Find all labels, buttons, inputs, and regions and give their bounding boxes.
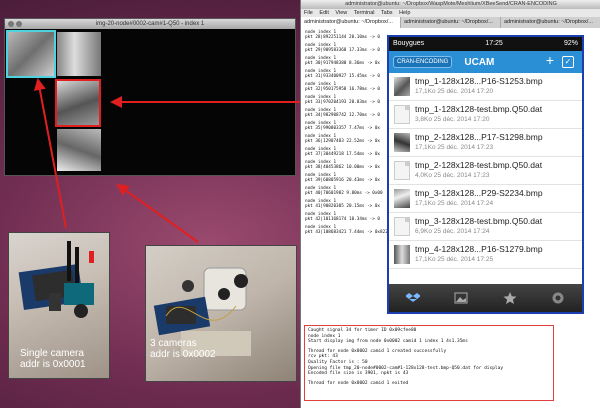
phone-status-bar: Bouygues 17:25 92% bbox=[389, 37, 582, 51]
file-meta: 17,1Ko 25 déc. 2014 17:24 bbox=[415, 200, 494, 207]
caption-line: 3 cameras bbox=[150, 338, 197, 349]
file-list: tmp_1-128x128...P16-S1253.bmp 17,1Ko 25 d… bbox=[389, 73, 582, 269]
image-thumbnail-icon bbox=[394, 77, 410, 96]
menu-tabs[interactable]: Tabs bbox=[381, 10, 393, 16]
phone-tabbar bbox=[389, 284, 582, 312]
file-name: tmp_2-128x128-test.bmp.Q50.dat bbox=[415, 160, 543, 170]
thumbnail-4[interactable] bbox=[57, 129, 101, 171]
back-button[interactable]: CRAN-ENCODING bbox=[393, 56, 453, 68]
file-row[interactable]: tmp_1-128x128...P16-S1253.bmp 17,1Ko 25 d… bbox=[389, 73, 582, 101]
three-camera-rig bbox=[153, 267, 251, 356]
terminal-tab-1[interactable]: administrator@ubuntu: ~/Dropbox/... bbox=[301, 17, 401, 28]
dropbox-icon[interactable] bbox=[389, 284, 437, 312]
file-meta: 3,8Ko 25 déc. 2014 17:20 bbox=[415, 116, 490, 123]
terminal-menubar: File Edit View Terminal Tabs Help bbox=[301, 9, 600, 17]
menu-terminal[interactable]: Terminal bbox=[354, 10, 375, 16]
caption-line: addr is 0x0001 bbox=[20, 359, 86, 370]
file-name: tmp_1-128x128-test.bmp.Q50.dat bbox=[415, 104, 543, 114]
file-row[interactable]: tmp_2-128x128...P17-S1298.bmp 17,1Ko 25 d… bbox=[389, 129, 582, 157]
viewer-titlebar[interactable]: img-20-node#0002-cam#1-Q50 - index 1 bbox=[5, 19, 295, 29]
terminal-tab-3[interactable]: administrator@ubuntu: ~/Dropbox/... bbox=[501, 17, 600, 28]
menu-help[interactable]: Help bbox=[399, 10, 410, 16]
file-name: tmp_3-128x128-test.bmp.Q50.dat bbox=[415, 216, 543, 226]
battery-level: 92% bbox=[563, 40, 578, 47]
image-thumbnail-icon bbox=[394, 245, 410, 264]
photos-icon[interactable] bbox=[437, 284, 485, 312]
file-meta: 17,1Ko 25 déc. 2014 17:23 bbox=[415, 144, 494, 151]
document-icon bbox=[394, 217, 410, 236]
carrier-label: Bouygues bbox=[393, 40, 425, 47]
log-line: Thread for node 0x0002 camid 1 exited bbox=[308, 380, 409, 386]
arrow-three-cameras bbox=[116, 183, 199, 243]
image-thumbnail-icon bbox=[394, 189, 410, 208]
minimize-icon[interactable] bbox=[16, 21, 22, 27]
single-camera-caption: Single camera addr is 0x0001 bbox=[20, 348, 86, 370]
three-camera-caption: 3 cameras addr is 0x0002 bbox=[150, 338, 216, 360]
file-meta: 17,1Ko 25 déc. 2014 17:25 bbox=[415, 256, 494, 263]
menu-view[interactable]: View bbox=[335, 10, 347, 16]
document-icon bbox=[394, 105, 410, 124]
file-row[interactable]: tmp_4-128x128...P16-S1279.bmp 17,1Ko 25 d… bbox=[389, 241, 582, 269]
file-name: tmp_2-128x128...P17-S1298.bmp bbox=[415, 132, 543, 142]
caption-line: addr is 0x0002 bbox=[150, 349, 216, 360]
terminal-tabs: administrator@ubuntu: ~/Dropbox/... admi… bbox=[301, 17, 600, 28]
viewer-title: img-20-node#0002-cam#1-Q50 - index 1 bbox=[95, 21, 205, 27]
thumbnail-1[interactable] bbox=[6, 30, 56, 78]
menu-edit[interactable]: Edit bbox=[319, 10, 328, 16]
terminal-tab-2[interactable]: administrator@ubuntu: ~/Dropbox/... bbox=[401, 17, 501, 28]
add-icon[interactable]: + bbox=[546, 52, 554, 68]
favorites-icon[interactable] bbox=[486, 284, 534, 312]
viewer-canvas bbox=[5, 29, 295, 175]
clock: 17:25 bbox=[485, 40, 503, 47]
menu-file[interactable]: File bbox=[304, 10, 313, 16]
file-name: tmp_4-128x128...P16-S1279.bmp bbox=[415, 244, 543, 254]
image-thumbnail-icon bbox=[394, 133, 410, 152]
file-row[interactable]: tmp_2-128x128-test.bmp.Q50.dat 4,0Ko 25 d… bbox=[389, 157, 582, 185]
file-name: tmp_3-128x128...P29-S2234.bmp bbox=[415, 188, 543, 198]
thumbnail-2[interactable] bbox=[57, 32, 101, 76]
three-camera-photo bbox=[145, 245, 297, 382]
thumbnail-current[interactable] bbox=[55, 79, 101, 127]
phone-title: UCAM bbox=[464, 56, 495, 68]
close-icon[interactable] bbox=[8, 21, 14, 27]
select-icon[interactable]: ✓ bbox=[562, 56, 574, 68]
image-viewer-window: img-20-node#0002-cam#1-Q50 - index 1 bbox=[4, 18, 296, 176]
phone-navbar: CRAN-ENCODING UCAM + ✓ bbox=[389, 51, 582, 73]
settings-icon[interactable] bbox=[534, 284, 582, 312]
file-meta: 4,0Ko 25 déc. 2014 17:23 bbox=[415, 172, 490, 179]
file-row[interactable]: tmp_1-128x128-test.bmp.Q50.dat 3,8Ko 25 d… bbox=[389, 101, 582, 129]
file-row[interactable]: tmp_3-128x128-test.bmp.Q50.dat 6,9Ko 25 d… bbox=[389, 213, 582, 241]
file-meta: 6,9Ko 25 déc. 2014 17:24 bbox=[415, 228, 490, 235]
terminal-log-highlight: Caught signal 34 for timer ID 0x09cfee80… bbox=[304, 325, 554, 401]
caption-line: Single camera bbox=[20, 348, 84, 359]
document-icon bbox=[394, 161, 410, 180]
file-row[interactable]: tmp_3-128x128...P29-S2234.bmp 17,1Ko 25 d… bbox=[389, 185, 582, 213]
file-name: tmp_1-128x128...P16-S1253.bmp bbox=[415, 76, 543, 86]
phone-screen: Bouygues 17:25 92% CRAN-ENCODING UCAM + … bbox=[387, 35, 584, 314]
file-meta: 17,1Ko 25 déc. 2014 17:20 bbox=[415, 88, 494, 95]
terminal-titlebar[interactable]: administrator@ubuntu: ~/Dropbox/WaspMote… bbox=[301, 0, 600, 9]
